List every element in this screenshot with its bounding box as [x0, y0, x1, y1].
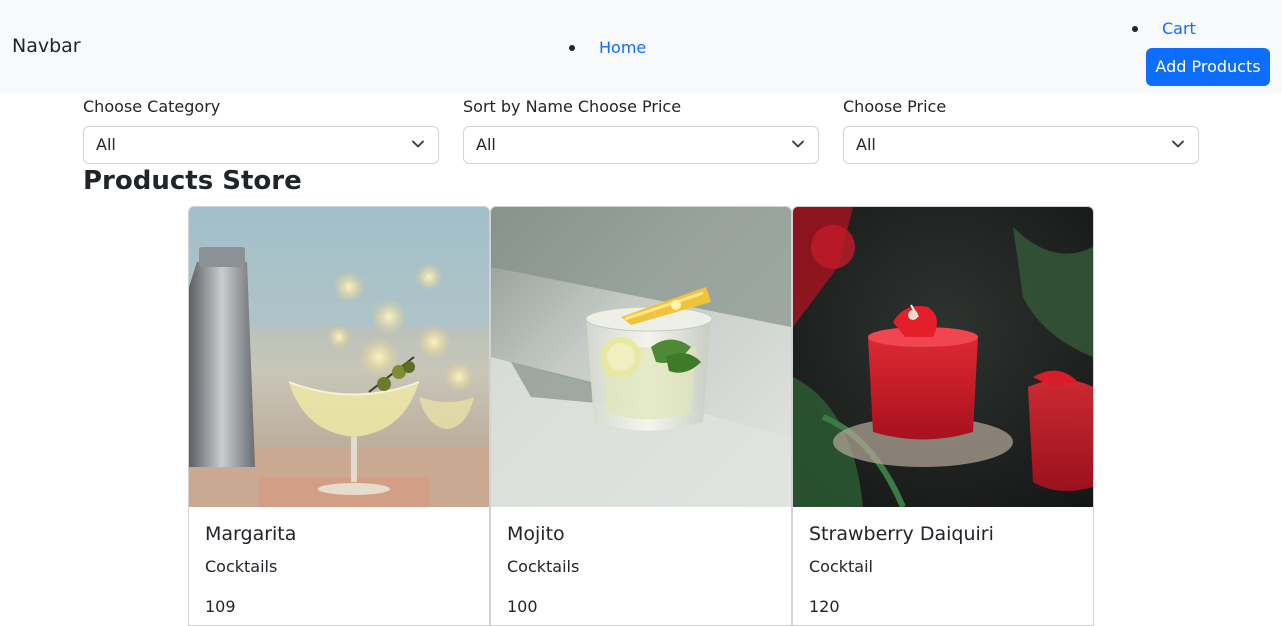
strawberry-daiquiri-photo [793, 207, 1093, 507]
sort-name-select-value: All [476, 135, 496, 154]
category-select-value: All [96, 135, 116, 154]
product-category: Cocktails [507, 557, 580, 576]
category-select[interactable]: All [83, 126, 439, 164]
product-card[interactable]: Strawberry Daiquiri Cocktail 120 [792, 206, 1094, 626]
price-select-value: All [856, 135, 876, 154]
product-name: Strawberry Daiquiri [809, 523, 994, 545]
product-price: 100 [507, 597, 538, 616]
list-bullet [569, 45, 575, 51]
nav-link-cart[interactable]: Cart [1162, 19, 1196, 38]
page-title: Products Store [83, 166, 302, 196]
product-name: Mojito [507, 523, 565, 545]
chevron-down-icon [792, 140, 804, 148]
margarita-photo [189, 207, 489, 507]
chevron-down-icon [1172, 140, 1184, 148]
mojito-photo [491, 207, 791, 507]
product-price: 109 [205, 597, 236, 616]
category-filter-label: Choose Category [83, 97, 221, 116]
sort-name-filter-label: Sort by Name Choose Price [463, 97, 682, 116]
navbar-brand[interactable]: Navbar [12, 35, 81, 57]
chevron-down-icon [412, 140, 424, 148]
product-name: Margarita [205, 523, 297, 545]
navbar: Navbar Home Cart Add Products [0, 0, 1282, 94]
add-products-button[interactable]: Add Products [1146, 48, 1270, 86]
price-filter-label: Choose Price [843, 97, 947, 116]
product-category: Cocktail [809, 557, 873, 576]
list-bullet [1132, 26, 1138, 32]
product-price: 120 [809, 597, 840, 616]
nav-link-home[interactable]: Home [599, 38, 646, 57]
sort-name-select[interactable]: All [463, 126, 819, 164]
price-select[interactable]: All [843, 126, 1199, 164]
product-category: Cocktails [205, 557, 278, 576]
product-card[interactable]: Mojito Cocktails 100 [490, 206, 792, 626]
product-card[interactable]: Margarita Cocktails 109 [188, 206, 490, 626]
